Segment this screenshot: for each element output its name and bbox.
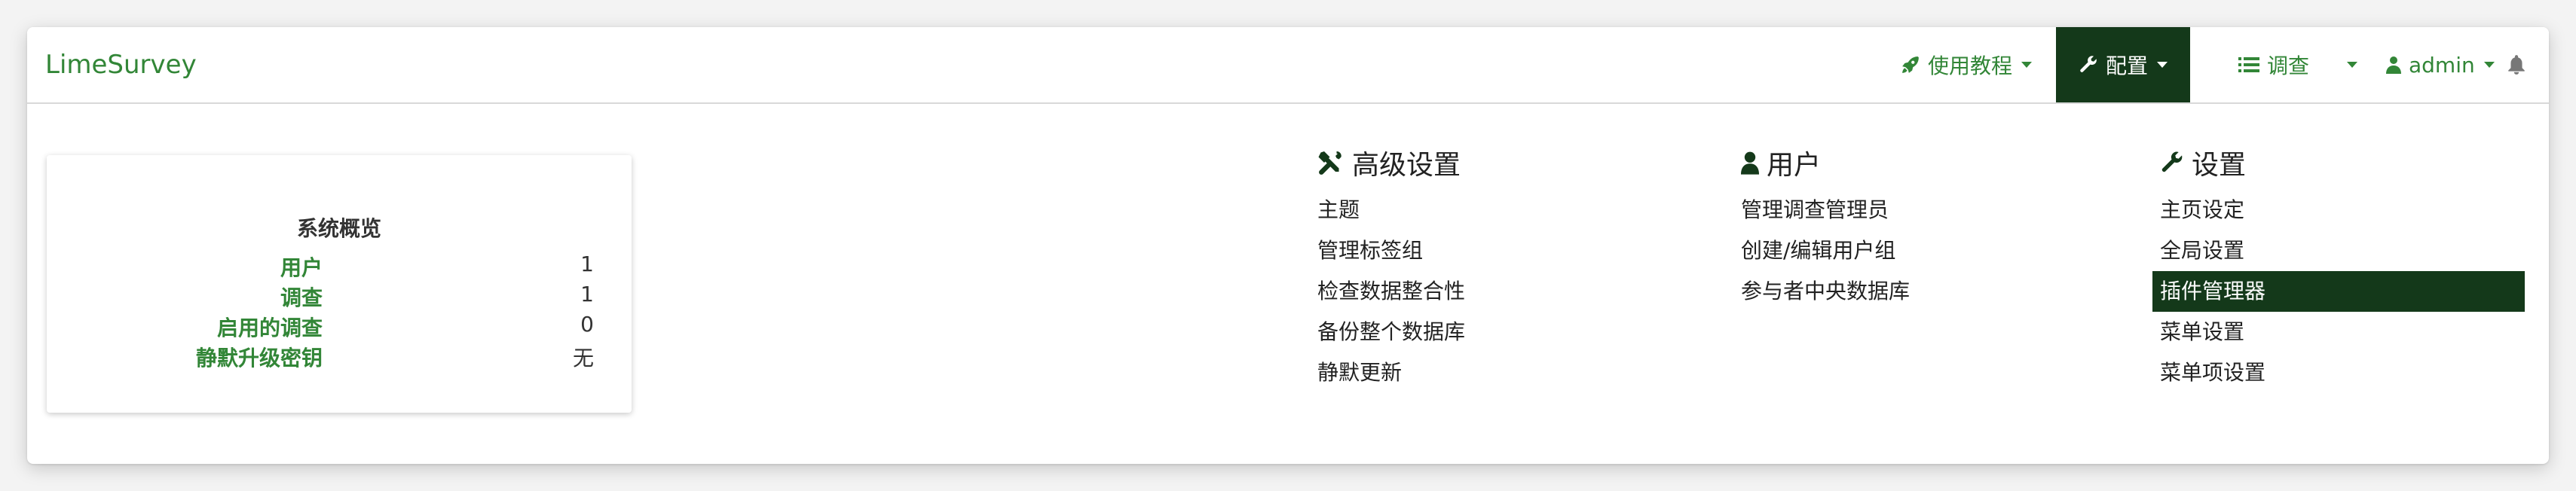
- nav-surveys-link[interactable]: 调查: [2238, 27, 2309, 102]
- stat-label: 启用的调查: [216, 316, 323, 340]
- system-overview-card: 系统概览 用户 1 调查 1 启用的调查 0 静默升级密钥 无: [47, 155, 632, 413]
- browser-frame: LimeSurvey 使用教程 配置 调查 admin 系统概览 用户 1 调查…: [27, 27, 2549, 464]
- menu-heading-text: 高级设置: [1352, 150, 1461, 181]
- menu-link-central-participants[interactable]: 参与者中央数据库: [1733, 271, 2125, 312]
- menu-link-comfort-update[interactable]: 静默更新: [1310, 352, 1702, 393]
- settings-menu: 设置 主页设定 全局设置 插件管理器 菜单设置 菜单项设置: [2152, 140, 2525, 393]
- advanced-settings-heading: 高级设置: [1310, 140, 1702, 185]
- nav-config-dropdown[interactable]: 配置: [2056, 27, 2190, 102]
- menu-link-user-groups[interactable]: 创建/编辑用户组: [1733, 230, 2125, 271]
- users-menu: 用户 管理调查管理员 创建/编辑用户组 参与者中央数据库: [1733, 140, 2125, 312]
- menu-link-menu-settings[interactable]: 菜单设置: [2152, 312, 2525, 352]
- stat-value: 无: [572, 346, 594, 371]
- wrench-icon: [2079, 55, 2098, 75]
- stat-row: 启用的调查 0: [47, 312, 632, 342]
- stat-row: 调查 1: [47, 282, 632, 312]
- nav-surveys-dropdown-toggle[interactable]: [2338, 27, 2357, 102]
- stat-label: 静默升级密钥: [195, 346, 323, 371]
- chevron-down-icon: [2483, 62, 2495, 68]
- chevron-down-icon: [2021, 62, 2033, 68]
- stat-row: 静默升级密钥 无: [47, 342, 632, 372]
- menu-heading-text: 设置: [2192, 150, 2247, 181]
- notifications-bell[interactable]: [2507, 27, 2526, 102]
- menu-link-plugin-manager[interactable]: 插件管理器: [2152, 271, 2525, 312]
- card-title: 系统概览: [296, 216, 381, 241]
- nav-config-label: 配置: [2105, 53, 2148, 78]
- wrench-icon: [2161, 151, 2183, 172]
- nav-tutorials-label: 使用教程: [1928, 53, 2013, 78]
- rocket-icon: [1901, 55, 1920, 75]
- nav-admin-label: admin: [2409, 52, 2475, 78]
- stat-row: 用户 1: [47, 252, 632, 282]
- advanced-settings-menu: 高级设置 主题 管理标签组 检查数据整合性 备份整个数据库 静默更新: [1310, 140, 1702, 393]
- stat-value: 0: [580, 312, 594, 337]
- stat-label: 用户: [280, 255, 323, 280]
- nav-surveys-label: 调查: [2267, 53, 2310, 78]
- stat-label: 调查: [280, 285, 323, 310]
- menu-link-label-sets[interactable]: 管理标签组: [1310, 230, 1702, 271]
- menu-link-home-settings[interactable]: 主页设定: [2152, 190, 2525, 230]
- chevron-down-icon: [2347, 62, 2357, 68]
- menu-heading-text: 用户: [1767, 150, 1822, 181]
- nav-tutorials-dropdown[interactable]: 使用教程: [1901, 27, 2033, 102]
- list-icon: [2238, 56, 2259, 74]
- chevron-down-icon: [2157, 62, 2168, 68]
- menu-link-themes[interactable]: 主题: [1310, 190, 1702, 230]
- bell-icon: [2507, 54, 2526, 75]
- stat-value: 1: [580, 282, 594, 306]
- user-icon: [2386, 56, 2401, 74]
- menu-link-global-settings[interactable]: 全局设置: [2152, 230, 2525, 271]
- brand-logo[interactable]: LimeSurvey: [45, 27, 197, 102]
- menu-link-data-integrity[interactable]: 检查数据整合性: [1310, 271, 1702, 312]
- menu-link-menu-entry-settings[interactable]: 菜单项设置: [2152, 352, 2525, 393]
- top-navbar: LimeSurvey 使用教程 配置 调查 admin: [27, 27, 2549, 104]
- stat-value: 1: [580, 252, 594, 276]
- users-heading: 用户: [1733, 140, 2125, 185]
- nav-admin-dropdown[interactable]: admin: [2386, 27, 2495, 102]
- menu-link-backup-database[interactable]: 备份整个数据库: [1310, 312, 1702, 352]
- settings-heading: 设置: [2152, 140, 2525, 185]
- user-icon: [1741, 151, 1759, 175]
- menu-link-manage-admins[interactable]: 管理调查管理员: [1733, 190, 2125, 230]
- tools-icon: [1318, 151, 1342, 175]
